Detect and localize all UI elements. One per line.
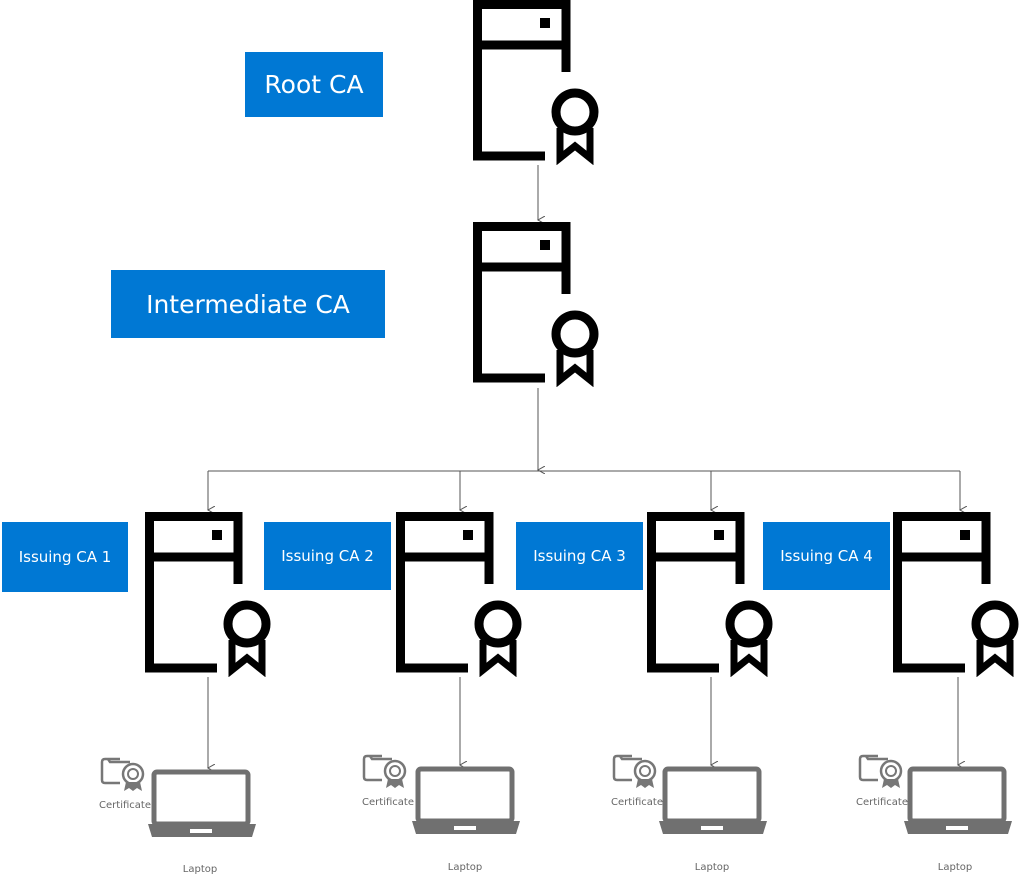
certificate-icon (362, 753, 412, 789)
issuing-ca-3-label: Issuing CA 3 (516, 522, 643, 590)
issuing-ca-2-label: Issuing CA 2 (264, 522, 391, 590)
intermediate-ca-label: Intermediate CA (111, 270, 385, 338)
intermediate-ca-server-certificate-icon (473, 222, 603, 387)
laptop-icon (410, 766, 522, 836)
laptop-icon (902, 766, 1014, 836)
certificate-label: Certificate (856, 797, 908, 808)
issuing-ca-4-label: Issuing CA 4 (763, 522, 890, 590)
root-ca-server-certificate-icon (473, 0, 603, 165)
laptop-icon (657, 766, 769, 836)
issuing-ca-1-label: Issuing CA 1 (2, 522, 128, 592)
issuing-ca-3-server-certificate-icon (647, 512, 777, 677)
laptop-label: Laptop (937, 862, 973, 873)
laptop-icon (146, 769, 258, 839)
laptop-label: Laptop (694, 862, 730, 873)
certificate-icon (858, 753, 908, 789)
certificate-label: Certificate (611, 797, 663, 808)
laptop-label: Laptop (182, 864, 218, 875)
issuing-ca-4-server-certificate-icon (893, 512, 1023, 677)
certificate-label: Certificate (99, 800, 151, 811)
root-ca-label: Root CA (245, 52, 383, 117)
certificate-icon (100, 756, 150, 792)
issuing-ca-2-server-certificate-icon (396, 512, 526, 677)
pki-hierarchy-diagram: Root CA Intermediate CA Issuing CA 1 Iss… (0, 0, 1024, 883)
certificate-label: Certificate (362, 797, 414, 808)
laptop-label: Laptop (447, 862, 483, 873)
certificate-icon (612, 753, 662, 789)
issuing-ca-1-server-certificate-icon (145, 512, 275, 677)
